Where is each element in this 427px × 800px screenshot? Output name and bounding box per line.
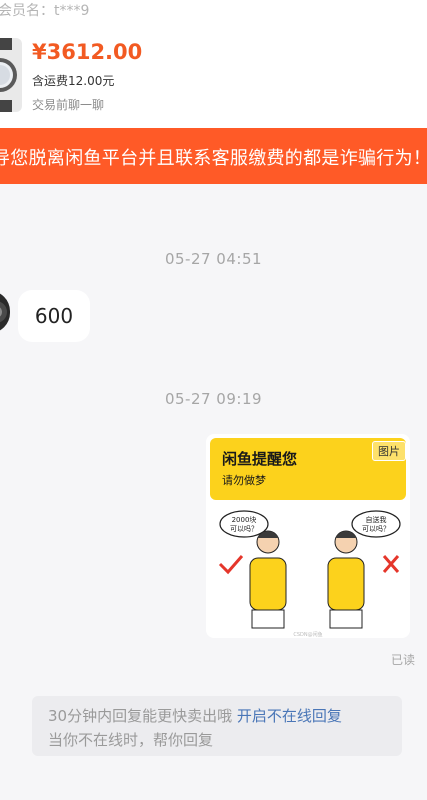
offline-hint-line1: 30分钟内回复能更快卖出哦 开启不在线回复 [48,705,342,726]
shipping-fee: 含运费12.00元 [32,74,115,88]
svg-text:可以吗？: 可以吗？ [362,525,390,533]
product-price: ¥3612.00 [32,40,143,64]
svg-text:自送我: 自送我 [366,515,387,524]
offline-reply-prompt: 30分钟内回复能更快卖出哦 开启不在线回复 当你不在线时，帮你回复 [32,696,402,756]
illustration-subtitle: 请勿做梦 [222,473,266,487]
message-timestamp: 05-27 09:19 [164,390,263,408]
message-bubble-incoming[interactable]: 600 [18,290,90,342]
offline-hint-line2: 当你不在线时，帮你回复 [48,731,214,749]
read-status: 已读 [390,653,415,667]
image-message[interactable]: 图片 闲鱼提醒您 请勿做梦 2000块 可以吗？ 自送我 可以吗？ CSDN@闲… [206,434,410,638]
svg-text:2000块: 2000块 [232,515,257,524]
enable-offline-reply-link[interactable]: 开启不在线回复 [237,707,342,725]
fraud-warning-banner: 导您脱离闲鱼平台并且联系客服缴费的都是诈骗行为！ [0,128,427,184]
avatar[interactable] [0,291,10,333]
illustration-title: 闲鱼提醒您 [222,450,297,468]
trade-hint: 交易前聊一聊 [32,98,105,112]
image-tag: 图片 [372,441,406,461]
watermark: CSDN@闲鱼 [293,631,322,638]
product-thumbnail[interactable] [0,38,22,112]
fraud-warning-text: 导您脱离闲鱼平台并且联系客服缴费的都是诈骗行为！ [0,148,427,169]
product-card[interactable]: 会员名：t***9 ¥3612.00 含运费12.00元 交易前聊一聊 [0,0,427,128]
member-name: 会员名：t***9 [0,3,90,19]
message-timestamp: 05-27 04:51 [164,250,263,268]
reminder-illustration: 闲鱼提醒您 请勿做梦 2000块 可以吗？ 自送我 可以吗？ CSDN@闲鱼 [210,438,406,638]
svg-text:可以吗？: 可以吗？ [230,525,258,533]
offline-hint-text: 30分钟内回复能更快卖出哦 [48,707,233,725]
